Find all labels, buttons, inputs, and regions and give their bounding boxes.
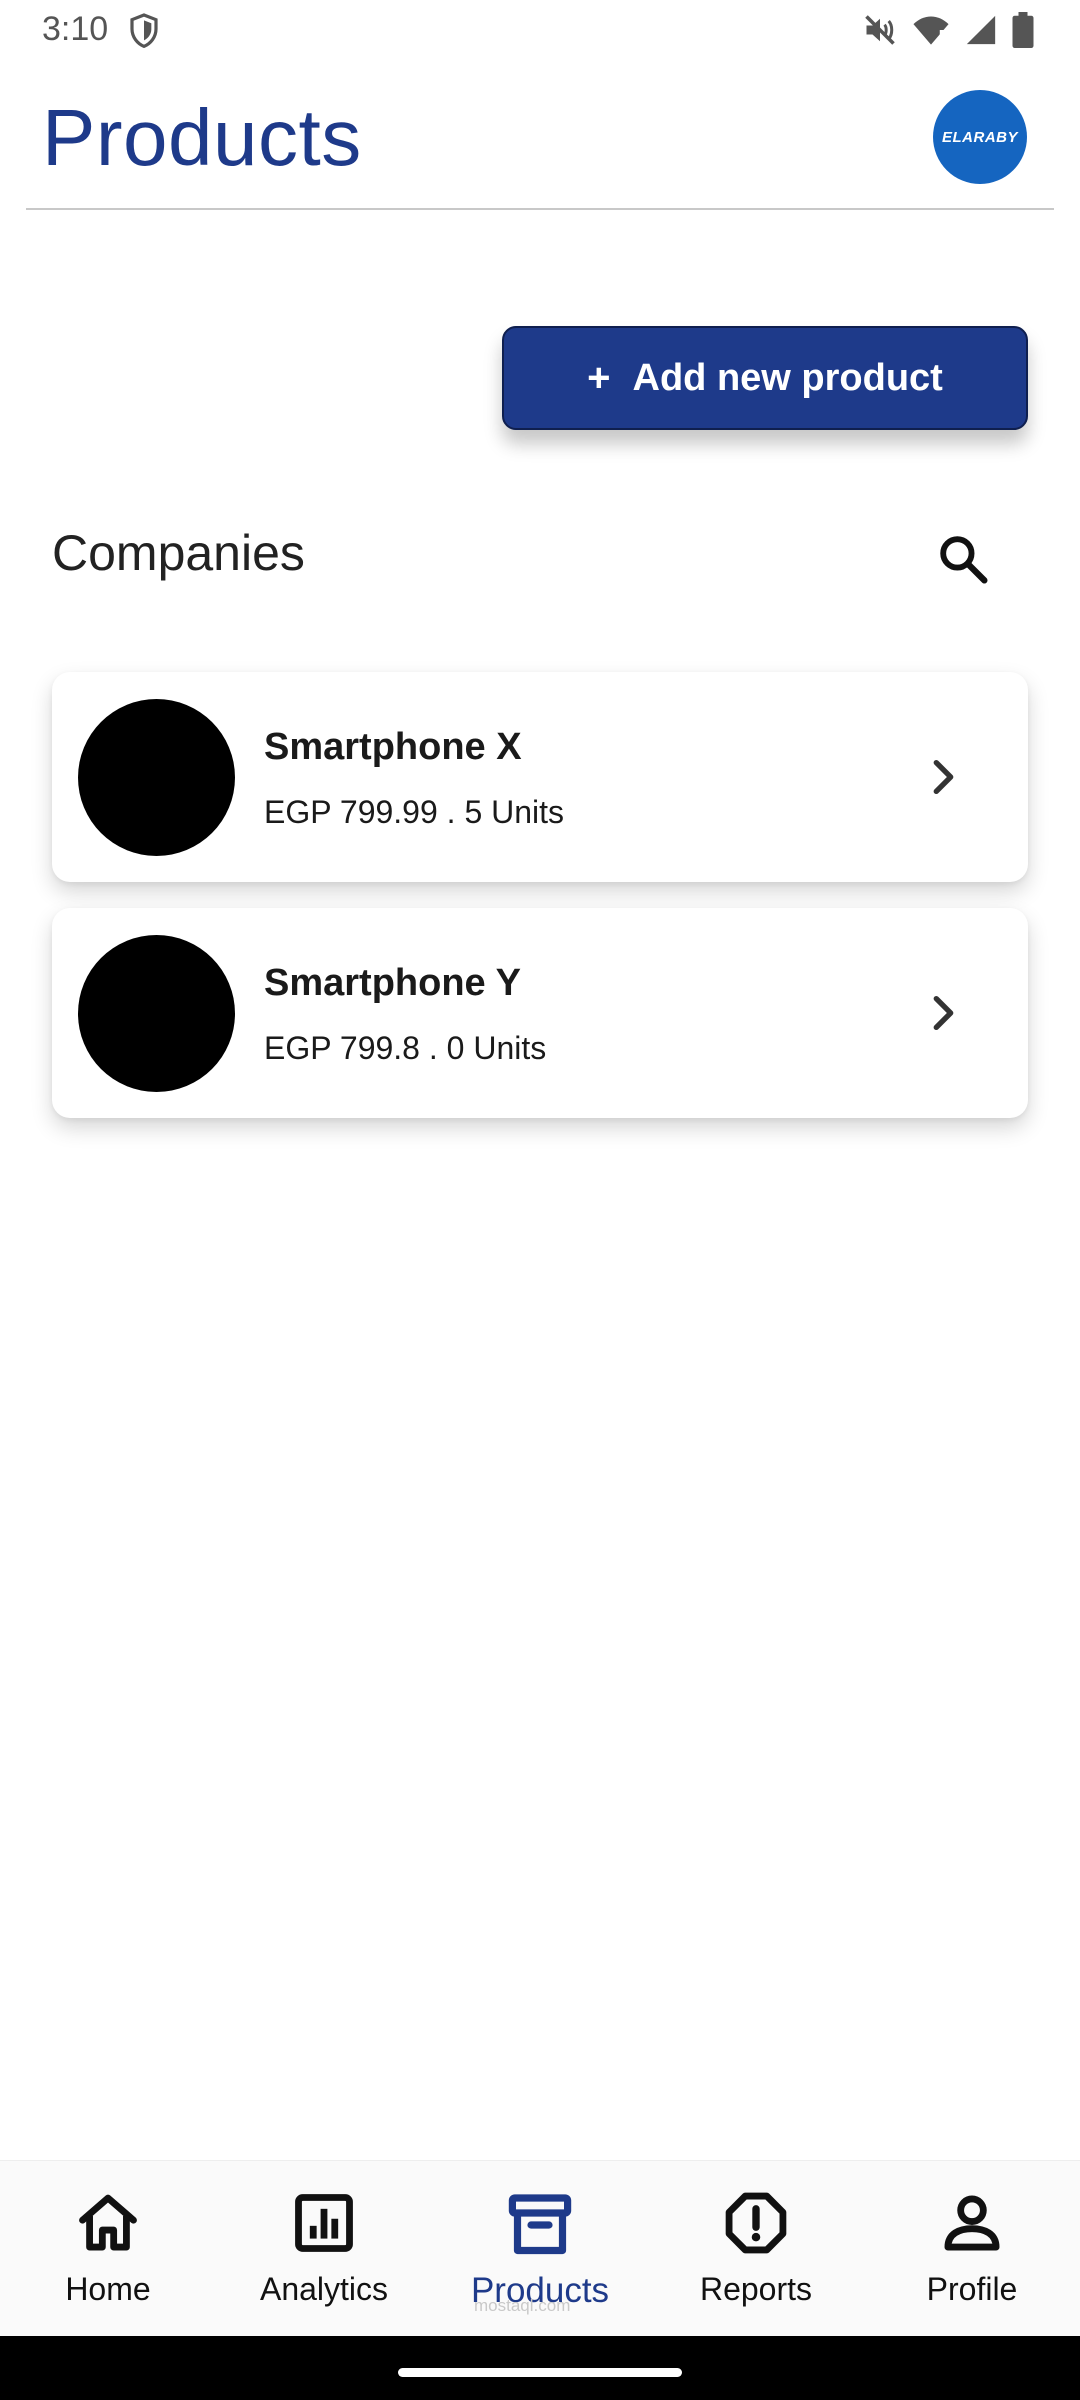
product-card[interactable]: Smartphone Y EGP 799.8 . 0 Units [52, 908, 1028, 1118]
product-image [78, 935, 235, 1092]
nav-item-profile[interactable]: Profile [864, 2161, 1080, 2337]
product-name: Smartphone Y [264, 962, 521, 1004]
brand-logo-text: ELARABY [941, 128, 1018, 146]
chevron-right-icon [933, 995, 954, 1031]
signal-icon [966, 15, 996, 45]
page-title: Products [42, 93, 362, 182]
product-name: Smartphone X [264, 726, 522, 768]
product-image [78, 699, 235, 856]
nav-label-profile: Profile [926, 2271, 1018, 2307]
chevron-right-icon [933, 759, 954, 795]
add-new-product-button[interactable]: + Add new product [502, 326, 1028, 430]
wifi-icon [913, 16, 949, 47]
search-button[interactable] [928, 524, 998, 594]
analytics-icon [295, 2194, 353, 2252]
mute-icon [865, 15, 895, 45]
header-divider [26, 208, 1054, 210]
section-title: Companies [52, 525, 305, 581]
home-icon [79, 2194, 137, 2251]
add-new-product-label: Add new product [632, 356, 943, 399]
brand-logo[interactable]: ELARABY [933, 90, 1027, 184]
plus-icon: + [587, 356, 611, 400]
nav-item-analytics[interactable]: Analytics [216, 2161, 432, 2337]
product-card[interactable]: Smartphone X EGP 799.99 . 5 Units [52, 672, 1028, 882]
status-bar: 3:10 [0, 0, 1080, 62]
nav-item-home[interactable]: Home [0, 2161, 216, 2337]
nav-label-home: Home [65, 2271, 151, 2307]
shield-icon [130, 13, 158, 49]
product-price-stock: EGP 799.99 . 5 Units [264, 794, 565, 830]
alert-octagon-icon [725, 2192, 787, 2254]
nav-label-analytics: Analytics [259, 2271, 389, 2307]
nav-item-reports[interactable]: Reports [648, 2161, 864, 2337]
archive-box-icon [508, 2194, 572, 2255]
status-time: 3:10 [42, 10, 109, 48]
person-icon [944, 2195, 1000, 2251]
app-header: Products ELARABY [0, 62, 1080, 210]
nav-label-reports: Reports [699, 2271, 813, 2307]
home-indicator[interactable] [398, 2368, 682, 2377]
product-price-stock: EGP 799.8 . 0 Units [264, 1030, 547, 1066]
watermark: mostaql.com [474, 2296, 571, 2315]
search-icon [940, 536, 988, 584]
status-icons [862, 12, 1034, 48]
battery-icon [1012, 12, 1034, 48]
